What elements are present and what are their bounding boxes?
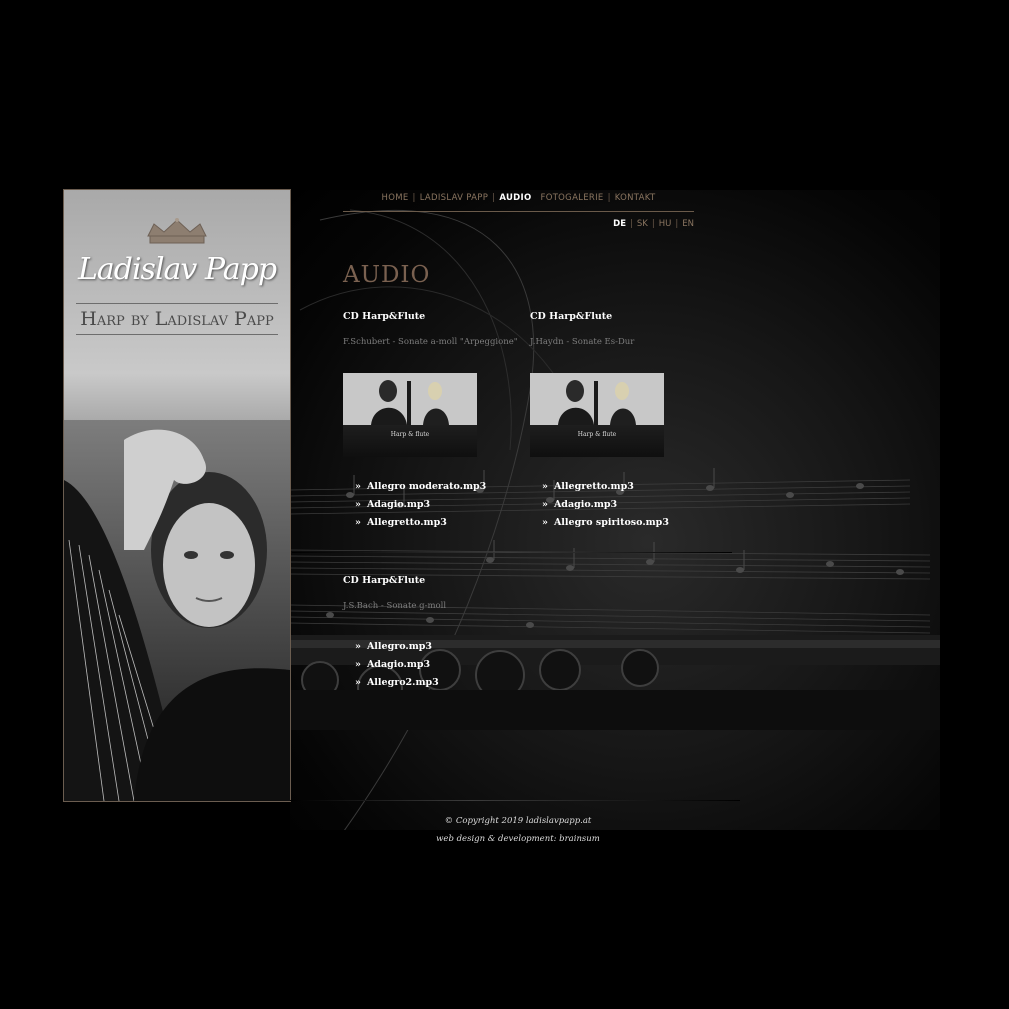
track-link[interactable]: » Adagio.mp3	[355, 659, 439, 677]
lang-separator: |	[630, 219, 633, 229]
album-3-subtitle: J.S.Bach - Sonate g-moll	[343, 601, 447, 611]
lang-sk[interactable]: SK	[637, 219, 648, 229]
bullet-icon: »	[355, 517, 361, 528]
album-3-title: CD Harp&Flute	[343, 575, 426, 586]
nav-separator: |	[607, 193, 611, 203]
album-1-tracklist: » Allegro moderato.mp3 » Adagio.mp3 » Alleg…	[355, 481, 486, 535]
nav-item-kontakt[interactable]: KONTAKT	[615, 193, 656, 203]
nav-item-home[interactable]: HOME	[382, 193, 409, 203]
logo-script: Ladislav Papp	[77, 252, 277, 287]
nav-separator: |	[412, 193, 416, 203]
lang-separator: |	[675, 219, 679, 229]
track-link[interactable]: » Allegro2.mp3	[355, 677, 439, 695]
footer-copyright: © Copyright 2019 ladislavpapp.at	[444, 816, 592, 826]
album-2-title: CD Harp&Flute	[530, 311, 613, 322]
track-label: Allegro2.mp3	[366, 677, 439, 688]
track-link[interactable]: » Adagio.mp3	[355, 499, 486, 517]
bullet-icon: »	[542, 481, 548, 492]
album-1-cover-image[interactable]: Harp & flute	[343, 373, 477, 457]
logo-subtitle: Harp by Ladislav Papp	[76, 303, 278, 335]
album-2-subtitle: J.Haydn - Sonate Es-Dur	[530, 337, 635, 347]
track-link[interactable]: » Allegro.mp3	[355, 641, 439, 659]
lang-separator: |	[651, 219, 655, 229]
track-link[interactable]: » Adagio.mp3	[542, 499, 669, 517]
track-label: Adagio.mp3	[366, 499, 431, 510]
bullet-icon: »	[355, 641, 361, 652]
section-divider	[292, 552, 732, 553]
nav-item-ladislav-papp[interactable]: LADISLAV PAPP	[420, 193, 488, 203]
crown-icon	[147, 218, 207, 244]
album-1-title: CD Harp&Flute	[343, 311, 426, 322]
track-link[interactable]: » Allegro moderato.mp3	[355, 481, 486, 499]
bullet-icon: »	[355, 677, 361, 688]
bullet-icon: »	[355, 499, 361, 510]
artist-panel: Ladislav Papp Harp by Ladislav Papp	[63, 189, 291, 802]
album-3-tracklist: » Allegro.mp3 » Adagio.mp3 » Allegro2.mp3	[355, 641, 439, 695]
footer-divider	[290, 800, 740, 801]
track-label: Allegro moderato.mp3	[366, 481, 487, 492]
album-2-tracklist: » Allegretto.mp3 » Adagio.mp3 » Allegro spi…	[542, 481, 669, 535]
nav-item-audio[interactable]: AUDIO	[499, 193, 531, 203]
language-switcher: DE | SK | HU | EN	[600, 219, 694, 229]
track-link[interactable]: » Allegretto.mp3	[355, 517, 486, 535]
album-cover-photo	[530, 373, 664, 425]
bullet-icon: »	[542, 517, 548, 528]
album-1-subtitle: F.Schubert - Sonate a-moll "Arpeggione"	[343, 337, 518, 347]
track-label: Allegro.mp3	[366, 641, 432, 652]
track-label: Adagio.mp3	[366, 659, 431, 670]
track-label: Allegro spiritoso.mp3	[553, 517, 669, 528]
track-label: Allegretto.mp3	[366, 517, 447, 528]
track-label: Allegretto.mp3	[553, 481, 634, 492]
bullet-icon: »	[355, 481, 361, 492]
nav-separator: |	[492, 193, 496, 203]
lang-de[interactable]: DE	[613, 219, 626, 229]
album-2-cover-text: Harp & flute	[577, 431, 617, 438]
track-link[interactable]: » Allegretto.mp3	[542, 481, 669, 499]
nav-item-fotogalerie[interactable]: FOTOGALERIE	[541, 193, 604, 203]
album-cover-photo	[343, 373, 477, 425]
bullet-icon: »	[542, 499, 548, 510]
track-link[interactable]: » Allegro spiritoso.mp3	[542, 517, 669, 535]
lang-en[interactable]: EN	[682, 219, 694, 229]
track-label: Adagio.mp3	[553, 499, 618, 510]
main-nav: HOME | LADISLAV PAPP | AUDIO FOTOGALERIE | KON…	[343, 193, 694, 212]
album-2-cover-image[interactable]: Harp & flute	[530, 373, 664, 457]
artist-portrait-image	[64, 420, 290, 801]
page-title: AUDIO	[343, 262, 431, 288]
album-1-cover-text: Harp & flute	[390, 431, 430, 438]
bullet-icon: »	[355, 659, 361, 670]
footer-credits[interactable]: web design & development: brainsum	[400, 834, 636, 844]
lang-hu[interactable]: HU	[659, 219, 672, 229]
